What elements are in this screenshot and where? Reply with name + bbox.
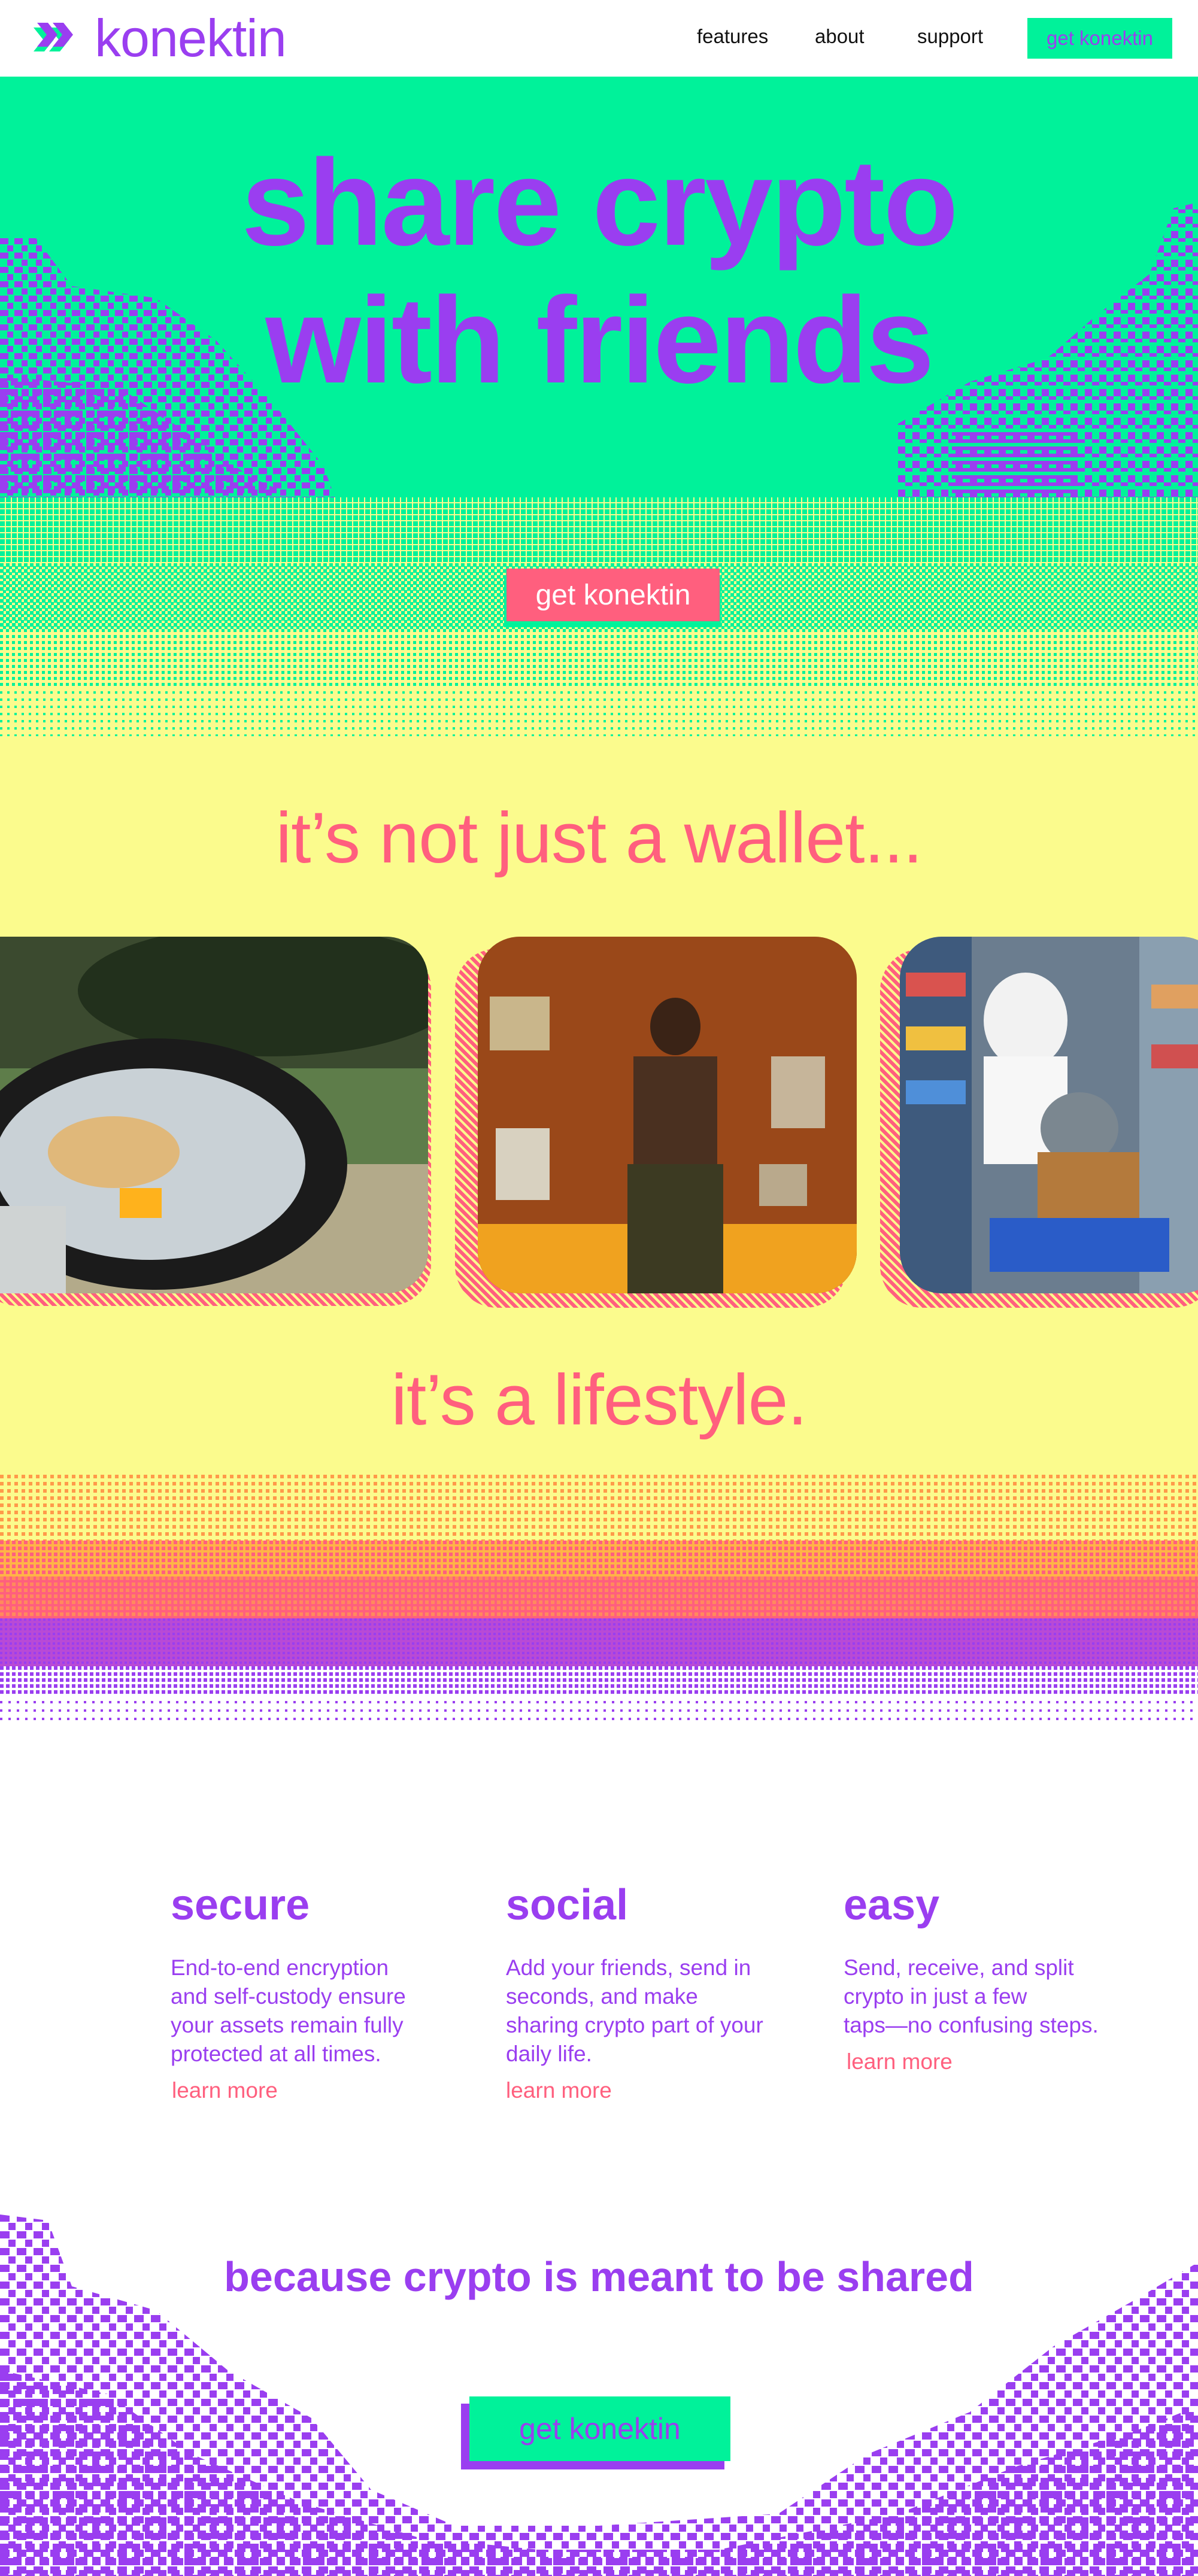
feature-heading-easy: easy: [844, 1881, 940, 1929]
nav-link-support[interactable]: support: [917, 25, 983, 48]
learn-more-link-easy[interactable]: learn more: [847, 2049, 953, 2074]
photo-grocery-masks: [900, 937, 1198, 1293]
feature-text-secure: End-to-end encryption and self-custody e…: [171, 1954, 406, 2068]
feature-text-line: your assets remain fully: [171, 2013, 404, 2037]
hero-get-konektin-button[interactable]: get konektin: [507, 569, 720, 621]
nav-link-features[interactable]: features: [697, 25, 768, 48]
feature-text-line: End-to-end encryption: [171, 1955, 389, 1980]
feature-text-line: Add your friends, send in: [506, 1955, 751, 1980]
feature-text-line: daily life.: [506, 2042, 592, 2066]
photo-icon: [900, 937, 1198, 1293]
feature-text-line: and self-custody ensure: [171, 1984, 406, 2009]
photo-icon: [478, 937, 857, 1293]
footer-get-konektin-button[interactable]: get konektin: [469, 2396, 730, 2461]
hero-section: share crypto with friends: [0, 77, 1198, 497]
top-nav: konektin features about support get kone…: [0, 0, 1198, 77]
hero-title-line-2: with friends: [265, 272, 934, 409]
feature-text-line: sharing crypto part of your: [506, 2013, 763, 2037]
feature-heading-social: social: [506, 1881, 629, 1929]
logo-text: konektin: [95, 8, 287, 68]
footer-title: because crypto is meant to be shared: [224, 2253, 974, 2300]
feature-text-line: crypto in just a few: [844, 1984, 1027, 2009]
photo-icon: [0, 937, 428, 1293]
hero-title-line-1: share crypto: [241, 134, 959, 271]
learn-more-link-secure[interactable]: learn more: [172, 2078, 278, 2103]
feature-text-line: taps—no confusing steps.: [844, 2013, 1099, 2037]
wallet-title: it’s not just a wallet...: [275, 798, 923, 878]
yellow-purple-dither-band: [0, 1475, 1198, 1720]
lifestyle-title: it’s a lifestyle.: [391, 1360, 807, 1440]
feature-text-line: protected at all times.: [171, 2042, 381, 2066]
feature-heading-secure: secure: [171, 1881, 310, 1929]
photo-car-mirror: [0, 937, 428, 1293]
feature-text-social: Add your friends, send in seconds, and m…: [506, 1954, 763, 2068]
learn-more-link-social[interactable]: learn more: [506, 2078, 612, 2103]
nav-get-konektin-button[interactable]: get konektin: [1027, 18, 1172, 59]
konektin-logo-arrows-icon: [34, 23, 73, 51]
nav-link-about[interactable]: about: [815, 25, 865, 48]
feature-text-line: seconds, and make: [506, 1984, 698, 2009]
feature-text-line: Send, receive, and split: [844, 1955, 1074, 1980]
photo-dancer-headphones: [478, 937, 857, 1293]
feature-text-easy: Send, receive, and split crypto in just …: [844, 1954, 1099, 2040]
hero-title: share crypto with friends: [0, 134, 1198, 409]
logo[interactable]: konektin: [31, 8, 287, 68]
